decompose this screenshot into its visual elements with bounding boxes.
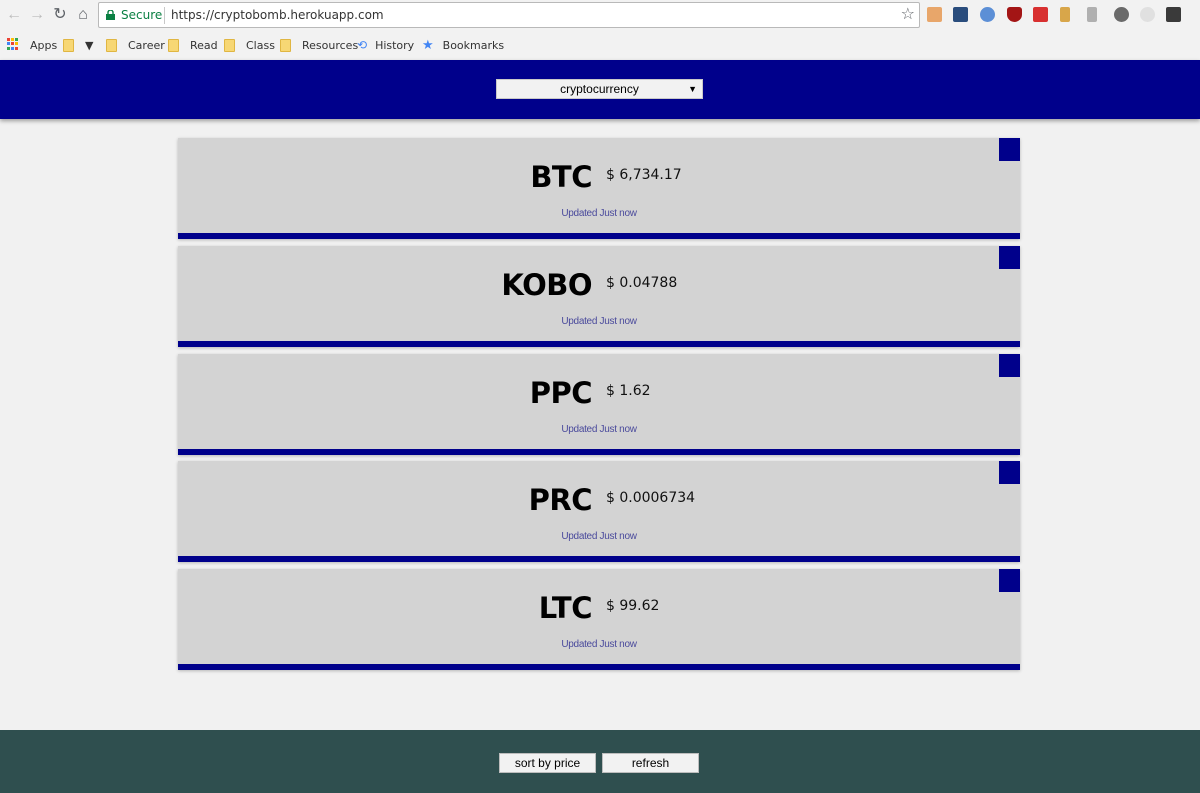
back-arrow-icon[interactable]: ← <box>4 5 24 25</box>
crypto-card: PPC $ 1.62 Updated Just now <box>178 354 1020 455</box>
coin-price: $ 1.62 <box>606 383 651 399</box>
secure-label: Secure <box>121 8 163 22</box>
bookmark-folder-class[interactable]: Class <box>224 38 275 52</box>
extension-icon-1[interactable] <box>927 7 942 22</box>
folder-icon <box>106 38 117 52</box>
bookmark-folder-unnamed[interactable]: ▼ <box>63 38 93 52</box>
bookmark-folder-read[interactable]: Read <box>168 38 218 52</box>
home-icon[interactable]: ⌂ <box>73 5 93 25</box>
bookmark-label: Bookmarks <box>442 38 505 52</box>
card-corner-button[interactable] <box>999 354 1020 377</box>
address-bar[interactable]: Secure https://cryptobomb.herokuapp.com … <box>98 2 920 28</box>
bookmark-star-icon[interactable]: ☆ <box>901 4 915 24</box>
extension-icon-5[interactable] <box>1033 7 1048 22</box>
coin-price: $ 0.0006734 <box>606 490 696 506</box>
app-footer: sort by price refresh <box>0 730 1200 793</box>
folder-icon <box>63 38 74 52</box>
apps-grid-icon <box>7 38 19 50</box>
coin-price: $ 99.62 <box>606 598 660 614</box>
bookmark-label: Class <box>246 38 275 52</box>
folder-icon <box>168 38 179 52</box>
extension-icon-8[interactable] <box>1114 7 1129 22</box>
card-corner-button[interactable] <box>999 461 1020 484</box>
omnibox-divider <box>164 7 165 24</box>
bookmark-bookmarks[interactable]: ★ Bookmarks <box>422 37 505 53</box>
card-corner-button[interactable] <box>999 246 1020 269</box>
updated-text: Updated Just now <box>561 208 637 219</box>
bookmark-label: Apps <box>30 38 58 52</box>
sort-by-price-button[interactable]: sort by price <box>499 753 596 773</box>
currency-type-select[interactable]: cryptocurrency ▼ <box>496 79 703 99</box>
forward-arrow-icon[interactable]: → <box>27 5 47 25</box>
coin-symbol: PRC <box>528 483 593 517</box>
coin-symbol: BTC <box>530 160 592 194</box>
crypto-card: PRC $ 0.0006734 Updated Just now <box>178 461 1020 562</box>
updated-text: Updated Just now <box>561 424 637 435</box>
bookmark-history[interactable]: ⟲ History <box>357 38 414 52</box>
star-icon: ★ <box>422 37 434 53</box>
updated-text: Updated Just now <box>561 316 637 327</box>
url-text[interactable]: https://cryptobomb.herokuapp.com <box>171 8 384 22</box>
crypto-card: KOBO $ 0.04788 Updated Just now <box>178 246 1020 347</box>
coin-price: $ 0.04788 <box>606 275 678 291</box>
card-corner-button[interactable] <box>999 138 1020 161</box>
bookmark-folder-resources[interactable]: Resources <box>280 38 358 52</box>
ublock-icon[interactable] <box>1007 7 1022 22</box>
bookmark-label: Resources <box>302 38 359 52</box>
coin-symbol: KOBO <box>501 268 592 302</box>
bookmark-label: Career <box>128 38 165 52</box>
bookmark-label: Read <box>190 38 218 52</box>
select-value: cryptocurrency <box>560 82 639 96</box>
bookmark-label: History <box>375 38 415 52</box>
extension-icon-10[interactable] <box>1166 7 1181 22</box>
app-header: cryptocurrency ▼ <box>0 60 1200 119</box>
history-icon: ⟲ <box>357 38 368 52</box>
updated-text: Updated Just now <box>561 639 637 650</box>
extension-icon-7[interactable] <box>1087 7 1097 22</box>
browser-toolbar: ← → ↻ ⌂ Secure https://cryptobomb.heroku… <box>0 0 1200 30</box>
updated-text: Updated Just now <box>561 531 637 542</box>
extension-icon-6[interactable] <box>1060 7 1070 22</box>
lock-icon <box>106 10 115 20</box>
refresh-button[interactable]: refresh <box>602 753 699 773</box>
folder-icon <box>224 38 235 52</box>
bookmark-apps[interactable]: Apps <box>30 38 57 52</box>
extension-sync-icon[interactable] <box>980 7 995 22</box>
extension-icon-9[interactable] <box>1140 7 1155 22</box>
dropdown-caret-icon: ▼ <box>688 84 697 94</box>
coin-price: $ 6,734.17 <box>606 167 682 183</box>
card-corner-button[interactable] <box>999 569 1020 592</box>
crypto-card: BTC $ 6,734.17 Updated Just now <box>178 138 1020 239</box>
reload-icon[interactable]: ↻ <box>50 5 70 25</box>
coin-symbol: PPC <box>529 376 593 410</box>
bookmark-folder-career[interactable]: Career <box>106 38 165 52</box>
folder-icon <box>280 38 291 52</box>
coin-symbol: LTC <box>538 591 593 625</box>
crypto-card: LTC $ 99.62 Updated Just now <box>178 569 1020 670</box>
bookmark-label: ▼ <box>85 38 94 52</box>
extension-icon-2[interactable] <box>953 7 968 22</box>
